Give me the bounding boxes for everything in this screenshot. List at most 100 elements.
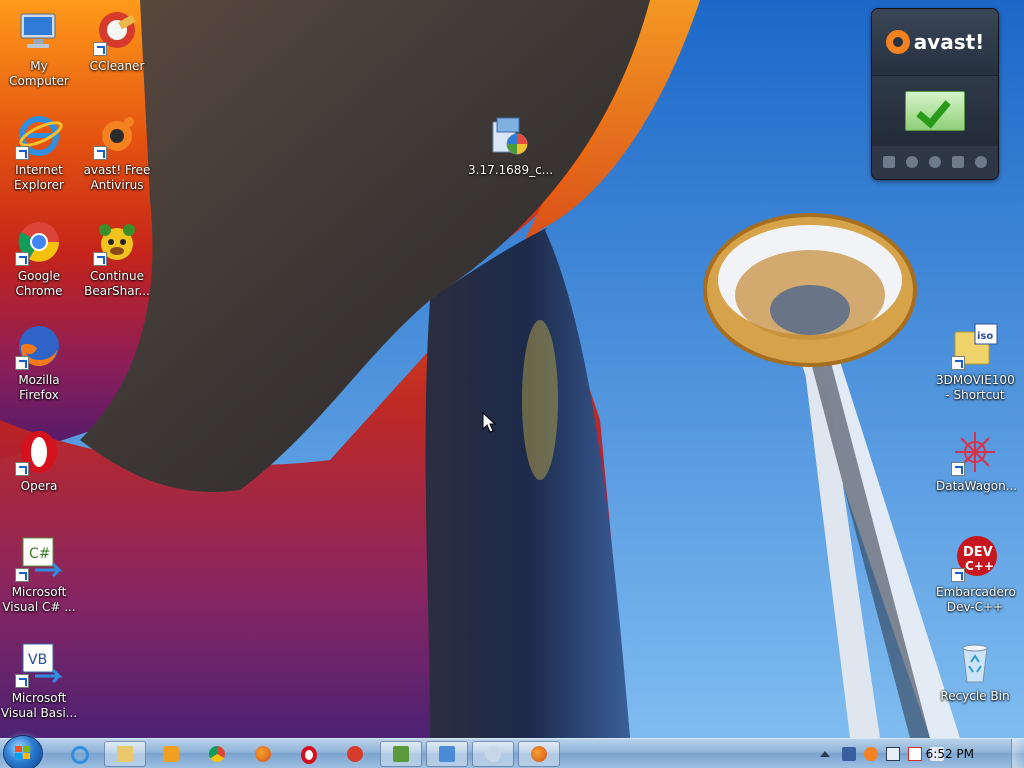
monitor-icon [439,746,455,762]
show-hidden-icon[interactable] [820,751,830,757]
taskbar-visual-csharp[interactable] [380,741,422,767]
visual-csharp-shortcut[interactable]: C# Microsoft Visual C# ... [0,534,78,615]
devcpp-shortcut[interactable]: DEV C++ Embarcadero Dev-C++ [936,534,1016,615]
network-icon[interactable] [842,747,856,761]
media-player-icon [163,746,179,762]
taskbar-media-player[interactable] [150,741,192,767]
ccleaner-icon [347,746,363,762]
icon-label: 3DMOVIE100 - Shortcut [936,373,1015,402]
visual-csharp-icon: C# [15,534,63,582]
avast-gadget[interactable]: avast! [872,9,998,179]
icon-label: Opera [20,479,58,493]
window-icon[interactable] [883,156,896,168]
icon-label: Mozilla Firefox [18,373,60,402]
start-button[interactable] [4,736,42,768]
shortcut-arrow-icon [93,252,107,266]
taskbar-paint[interactable] [472,741,514,767]
visual-basic-shortcut[interactable]: VB Microsoft Visual Basi... [0,640,78,721]
icon-label: avast! Free Antivirus [83,163,151,192]
visual-csharp-icon [393,746,409,762]
devcpp-icon: DEV C++ [951,534,999,582]
visual-basic-icon: VB [15,640,63,688]
avast-status[interactable] [872,76,998,146]
datawagon-shortcut[interactable]: DataWagon... [936,428,1018,494]
paint-icon [485,746,501,762]
icon-label: Microsoft Visual C# ... [2,585,76,614]
datawagon-icon [951,428,999,476]
ccleaner-shortcut[interactable]: CCleaner [78,8,156,74]
shortcut-arrow-icon [15,356,29,370]
svg-text:C++: C++ [965,559,994,573]
wifi-icon[interactable] [908,747,922,761]
twitter-icon[interactable] [928,156,941,168]
avast-footer [872,146,998,178]
icon-label: Recycle Bin [940,689,1010,703]
facebook-icon[interactable] [951,156,964,168]
avast-logo-icon [885,30,910,54]
avast-tray-icon[interactable] [864,747,878,761]
shortcut-arrow-icon [15,252,29,266]
action-center-icon[interactable] [886,747,900,761]
check-icon [905,91,965,131]
internet-explorer-icon [15,112,63,160]
avast-gadget-header[interactable]: avast! [872,9,998,76]
installer-file[interactable]: 3.17.1689_c... [468,112,554,178]
rss-icon[interactable] [974,156,987,168]
svg-text:VB: VB [28,652,47,668]
shortcut-arrow-icon [15,568,29,582]
shortcut-arrow-icon [951,356,965,370]
mouse-cursor-icon [482,412,496,433]
refresh-icon[interactable] [906,156,919,168]
show-desktop-button[interactable] [1011,739,1024,768]
mozilla-firefox-shortcut[interactable]: Mozilla Firefox [0,322,78,403]
my-computer-shortcut[interactable]: My Computer [0,8,78,89]
windows-logo-icon [15,746,31,760]
taskbar-opera[interactable] [288,741,330,767]
taskbar-ccleaner[interactable] [334,741,376,767]
system-tray: 6:52 PM [792,739,1024,768]
firefox-icon [15,322,63,370]
taskbar-windows-explorer[interactable] [104,741,146,767]
3dmovie-shortcut[interactable]: iso 3DMOVIE100 - Shortcut [936,322,1015,403]
folder-icon [117,746,133,762]
internet-explorer-icon [71,746,89,764]
google-chrome-shortcut[interactable]: Google Chrome [0,218,78,299]
shortcut-arrow-icon [93,42,107,56]
shortcut-arrow-icon [951,462,965,476]
svg-text:DEV: DEV [963,545,993,560]
icon-label: Microsoft Visual Basi... [0,691,78,720]
taskbar-firefox-running[interactable] [518,741,560,767]
icon-label: DataWagon... [936,479,1018,493]
bearshare-shortcut[interactable]: Continue BearShar... [78,218,156,299]
firefox-icon [255,746,271,762]
clock[interactable]: 6:52 PM [926,747,974,761]
avast-brand: avast! [913,30,985,54]
shortcut-arrow-icon [93,146,107,160]
icon-label: Internet Explorer [14,163,64,192]
firefox-icon [531,746,547,762]
chrome-icon [15,218,63,266]
icon-label: My Computer [9,59,69,88]
bearshare-icon [93,218,141,266]
taskbar-remote-desktop[interactable] [426,741,468,767]
icon-label: Google Chrome [15,269,63,298]
wallpaper [0,0,1024,738]
ccleaner-icon [93,8,141,56]
internet-explorer-shortcut[interactable]: Internet Explorer [0,112,78,193]
opera-shortcut[interactable]: Opera [0,428,78,494]
avast-icon [93,112,141,160]
recycle-bin[interactable]: Recycle Bin [936,638,1014,704]
icon-label: 3.17.1689_c... [468,163,554,177]
opera-icon [301,746,317,764]
taskbar-chrome[interactable] [196,741,238,767]
taskbar-firefox[interactable] [242,741,284,767]
shortcut-arrow-icon [15,146,29,160]
shortcut-arrow-icon [15,674,29,688]
iso-folder-icon: iso [951,322,999,370]
icon-label: Continue BearShar... [84,269,150,298]
opera-icon [15,428,63,476]
svg-text:C#: C# [29,546,51,562]
avast-shortcut[interactable]: avast! Free Antivirus [78,112,156,193]
installer-icon [483,112,531,160]
taskbar-internet-explorer[interactable] [58,741,100,767]
